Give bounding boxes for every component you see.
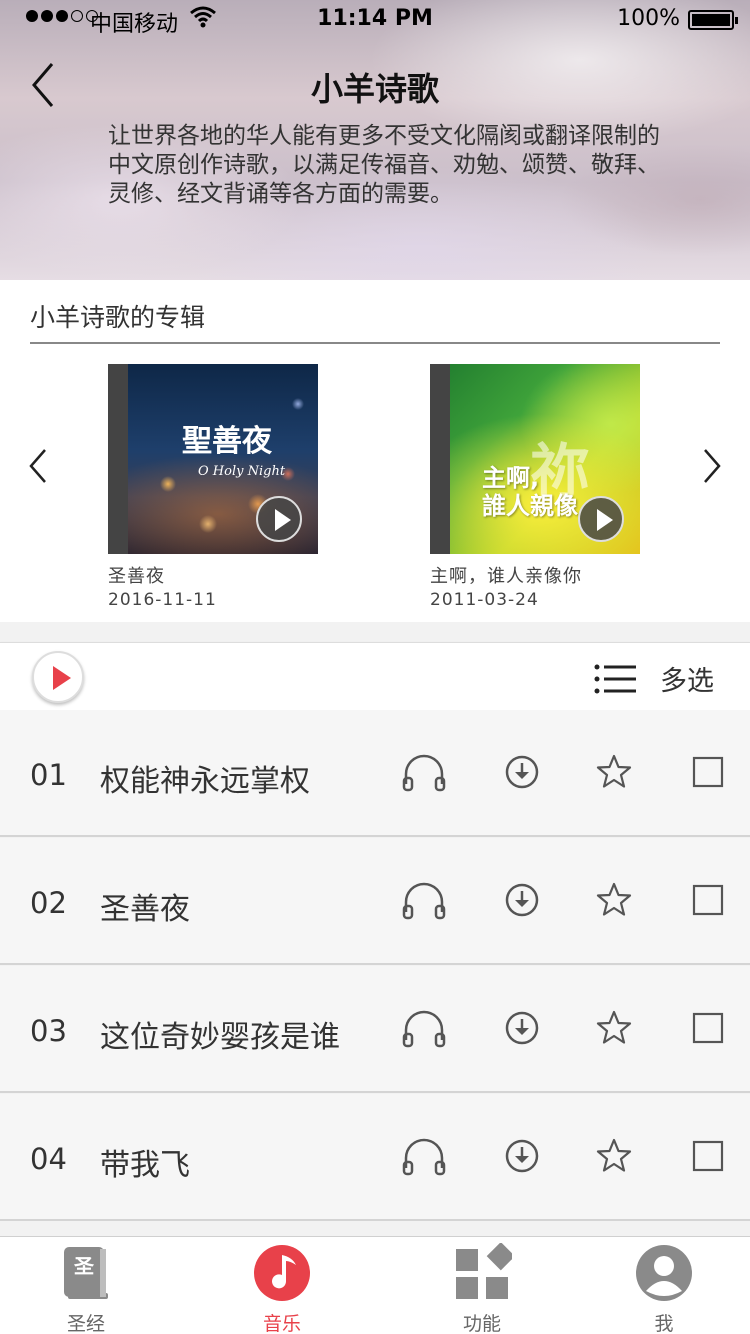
album-name: 主啊，谁人亲像你: [430, 566, 582, 587]
headphones-icon[interactable]: [402, 878, 446, 922]
tab-me[interactable]: 我: [604, 1237, 724, 1334]
album-card[interactable]: 祢 主啊, 誰人親像 主啊，谁人亲像你 2011-03-24: [430, 364, 640, 610]
album-name: 圣善夜: [108, 566, 165, 587]
track-title[interactable]: 这位奇妙婴孩是谁: [100, 1012, 340, 1056]
tab-bible[interactable]: 圣 圣经: [26, 1237, 146, 1334]
battery-icon: [688, 10, 738, 30]
track-row[interactable]: 04 带我飞: [0, 1094, 750, 1221]
track-number: 03: [30, 1014, 67, 1048]
download-icon[interactable]: [500, 878, 544, 922]
tab-functions[interactable]: 功能: [422, 1237, 542, 1334]
music-icon: [254, 1245, 310, 1301]
tab-bar: 圣 圣经 音乐 功能 我: [0, 1236, 750, 1334]
star-icon[interactable]: [592, 1134, 636, 1178]
star-icon[interactable]: [592, 878, 636, 922]
albums-next-button[interactable]: [702, 448, 722, 484]
checkbox[interactable]: [686, 878, 730, 922]
album-card[interactable]: 聖善夜 O Holy Night 圣善夜 2016-11-11: [108, 364, 318, 610]
headphones-icon[interactable]: [402, 1134, 446, 1178]
play-icon[interactable]: [578, 496, 624, 542]
album-cover[interactable]: 聖善夜 O Holy Night: [108, 364, 318, 554]
tab-label: 我: [654, 1313, 674, 1334]
track-number: 02: [30, 886, 67, 920]
album-date: 2016-11-11: [108, 590, 217, 610]
download-icon[interactable]: [500, 1006, 544, 1050]
album-cover[interactable]: 祢 主啊, 誰人親像: [430, 364, 640, 554]
download-icon[interactable]: [500, 750, 544, 794]
album-cover-title: 聖善夜: [182, 424, 272, 459]
multi-select-button[interactable]: 多选: [660, 659, 714, 698]
track-title[interactable]: 权能神永远掌权: [100, 756, 310, 800]
play-all-button[interactable]: [32, 651, 84, 703]
chevron-left-icon: [29, 449, 46, 483]
page-title: 小羊诗歌: [310, 70, 439, 108]
track-row[interactable]: 01 权能神永远掌权: [0, 710, 750, 837]
star-icon[interactable]: [592, 750, 636, 794]
albums-prev-button[interactable]: [28, 448, 48, 484]
tab-label: 圣经: [66, 1313, 105, 1334]
track-toolbar: 多选: [0, 642, 750, 710]
bible-icon: 圣: [64, 1247, 108, 1299]
status-bar: 中国移动 11:14 PM 100%: [0, 0, 750, 40]
album-cover-title: 主啊, 誰人親像: [482, 464, 578, 520]
chevron-right-icon: [704, 449, 721, 483]
track-title[interactable]: 圣善夜: [100, 884, 190, 928]
album-date: 2011-03-24: [430, 590, 539, 610]
checkbox[interactable]: [686, 1006, 730, 1050]
battery-percent: 100%: [617, 6, 680, 31]
track-number: 01: [30, 758, 67, 792]
divider: [30, 342, 720, 344]
album-cover-subtitle: O Holy Night: [198, 464, 286, 479]
page-description: 让世界各地的华人能有更多不受文化隔阂或翻译限制的中文原创作诗歌，以满足传福音、劝…: [108, 123, 660, 207]
headphones-icon[interactable]: [402, 750, 446, 794]
profile-icon: [636, 1245, 692, 1301]
download-icon[interactable]: [500, 1134, 544, 1178]
grid-icon: [456, 1243, 512, 1299]
albums-section-title: 小羊诗歌的专辑: [30, 303, 206, 332]
tab-label: 功能: [462, 1313, 501, 1334]
tab-label: 音乐: [262, 1313, 301, 1334]
tab-music[interactable]: 音乐: [222, 1237, 342, 1334]
svg-text:圣: 圣: [74, 1254, 95, 1278]
checkbox[interactable]: [686, 750, 730, 794]
track-row[interactable]: 03 这位奇妙婴孩是谁: [0, 966, 750, 1093]
albums-section: 小羊诗歌的专辑 聖善夜 O Holy Night 圣善夜 2016-11-11 …: [0, 280, 750, 622]
album-header: 中国移动 11:14 PM 100% 小羊诗歌 让世界各地的华人能有更多不受文化…: [0, 0, 750, 280]
play-icon[interactable]: [256, 496, 302, 542]
track-number: 04: [30, 1142, 67, 1176]
headphones-icon[interactable]: [402, 1006, 446, 1050]
track-row[interactable]: 02 圣善夜: [0, 838, 750, 965]
star-icon[interactable]: [592, 1006, 636, 1050]
checkbox[interactable]: [686, 1134, 730, 1178]
track-title[interactable]: 带我飞: [100, 1140, 190, 1184]
list-icon[interactable]: [594, 663, 638, 695]
